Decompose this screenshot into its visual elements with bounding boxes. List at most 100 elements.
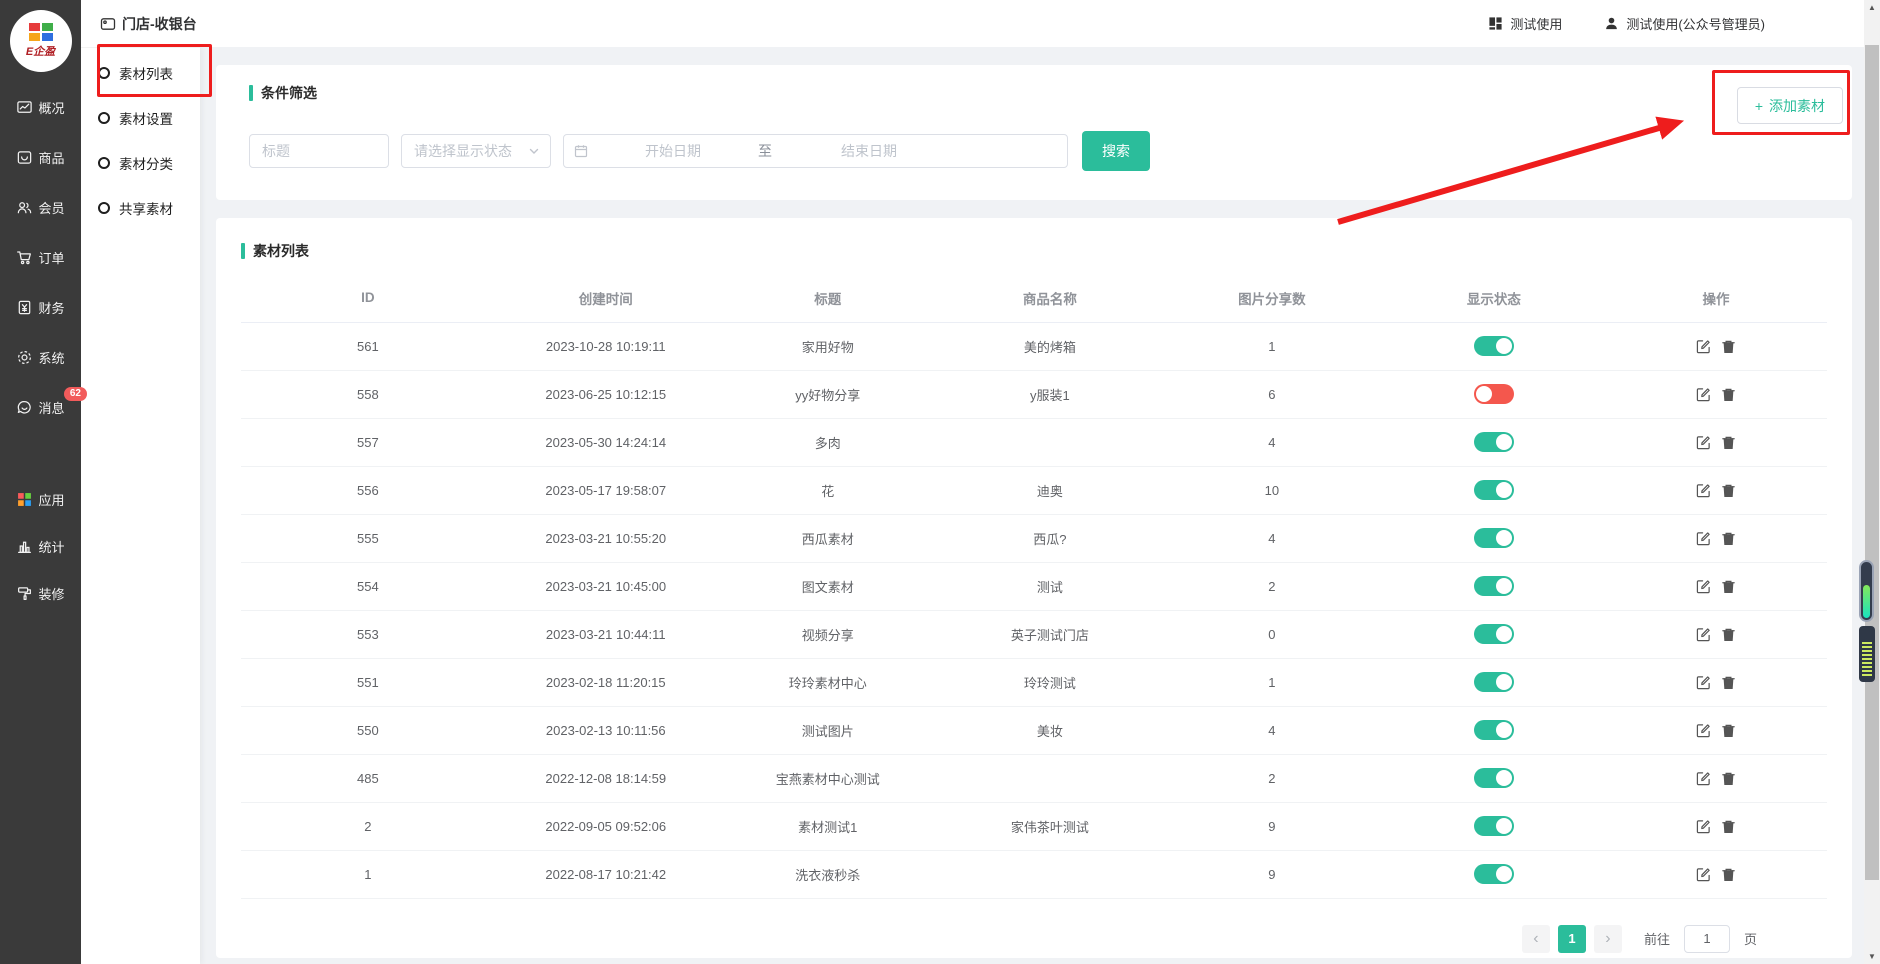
search-button[interactable]: 搜索: [1082, 131, 1150, 171]
sidebar-item-label: 商品: [38, 148, 64, 167]
status-toggle-on[interactable]: [1474, 528, 1514, 548]
cell-created-time: 2022-09-05 09:52:06: [495, 802, 717, 850]
edit-icon[interactable]: [1696, 627, 1711, 642]
sidebar-nav: 概况 商品 会员 订单 财务 系统: [0, 82, 81, 432]
filter-row: 请选择显示状态 开始日期 至 结束日期 搜索: [249, 134, 1819, 171]
cell-product-name: 美的烤箱: [939, 322, 1161, 370]
page-input[interactable]: [1684, 925, 1730, 953]
edit-icon[interactable]: [1696, 579, 1711, 594]
status-toggle-on[interactable]: [1474, 480, 1514, 500]
cell-title: 西瓜素材: [717, 514, 939, 562]
column-header: 标题: [717, 274, 939, 322]
status-toggle-off[interactable]: [1474, 384, 1514, 404]
title-filter-input[interactable]: [249, 134, 389, 168]
prev-page-button[interactable]: ‹: [1522, 925, 1550, 953]
cell-product-name: 西瓜?: [939, 514, 1161, 562]
status-toggle-on[interactable]: [1474, 432, 1514, 452]
delete-icon[interactable]: [1721, 627, 1736, 642]
orders-icon: [16, 249, 33, 266]
sidebar-item-finance[interactable]: 财务: [0, 282, 81, 332]
cell-created-time: 2023-05-30 14:24:14: [495, 418, 717, 466]
edit-icon[interactable]: [1696, 531, 1711, 546]
cell-actions: [1605, 562, 1827, 610]
scrollbar[interactable]: ▲ ▼: [1864, 0, 1880, 964]
material-list-panel: 素材列表 ID创建时间标题商品名称图片分享数显示状态操作 561 2023-10…: [216, 218, 1852, 958]
user-menu[interactable]: 测试使用(公众号管理员): [1604, 14, 1765, 33]
delete-icon[interactable]: [1721, 723, 1736, 738]
sidebar-item-members[interactable]: 会员: [0, 182, 81, 232]
scrollbar-thumb[interactable]: [1865, 45, 1879, 880]
scroll-up-icon[interactable]: ▲: [1864, 3, 1880, 12]
add-material-button[interactable]: + 添加素材: [1737, 87, 1843, 124]
paint-roller-icon: [16, 585, 33, 602]
status-toggle-on[interactable]: [1474, 672, 1514, 692]
grid-icon: [1488, 16, 1503, 31]
edit-icon[interactable]: [1696, 723, 1711, 738]
edit-icon[interactable]: [1696, 867, 1711, 882]
delete-icon[interactable]: [1721, 771, 1736, 786]
subnav-item[interactable]: 素材分类: [81, 140, 200, 185]
cell-title: 图文素材: [717, 562, 939, 610]
sidebar-item-system[interactable]: 系统: [0, 332, 81, 382]
subnav-item[interactable]: 共享素材: [81, 185, 200, 230]
status-toggle-on[interactable]: [1474, 864, 1514, 884]
cell-actions: [1605, 706, 1827, 754]
cell-actions: [1605, 514, 1827, 562]
delete-icon[interactable]: [1721, 339, 1736, 354]
sidebar-item-messages[interactable]: 消息 62: [0, 382, 81, 432]
delete-icon[interactable]: [1721, 435, 1736, 450]
delete-icon[interactable]: [1721, 531, 1736, 546]
table-row: 555 2023-03-21 10:55:20 西瓜素材 西瓜? 4: [241, 514, 1827, 562]
apps-icon: [16, 491, 33, 508]
edit-icon[interactable]: [1696, 771, 1711, 786]
date-range-picker[interactable]: 开始日期 至 结束日期: [563, 134, 1068, 168]
status-toggle-on[interactable]: [1474, 720, 1514, 740]
status-toggle-on[interactable]: [1474, 336, 1514, 356]
sidebar-item-apps[interactable]: 应用: [0, 476, 81, 523]
scroll-down-icon[interactable]: ▼: [1864, 952, 1880, 961]
edit-icon[interactable]: [1696, 819, 1711, 834]
subnav-item[interactable]: 素材设置: [81, 95, 200, 140]
edit-icon[interactable]: [1696, 387, 1711, 402]
sidebar-item-stats[interactable]: 统计: [0, 523, 81, 570]
brand-logo[interactable]: E企盈: [10, 10, 72, 72]
edit-icon[interactable]: [1696, 483, 1711, 498]
delete-icon[interactable]: [1721, 675, 1736, 690]
cell-created-time: 2023-05-17 19:58:07: [495, 466, 717, 514]
edit-icon[interactable]: [1696, 675, 1711, 690]
date-separator: 至: [758, 141, 772, 161]
cell-share-count: 10: [1161, 466, 1383, 514]
workspace-switcher[interactable]: 测试使用: [1488, 14, 1562, 33]
delete-icon[interactable]: [1721, 867, 1736, 882]
column-header: 创建时间: [495, 274, 717, 322]
cell-product-name: 家伟茶叶测试: [939, 802, 1161, 850]
status-toggle-on[interactable]: [1474, 624, 1514, 644]
sidebar-item-orders[interactable]: 订单: [0, 232, 81, 282]
status-toggle-on[interactable]: [1474, 768, 1514, 788]
delete-icon[interactable]: [1721, 579, 1736, 594]
edit-icon[interactable]: [1696, 339, 1711, 354]
table-row: 485 2022-12-08 18:14:59 宝燕素材中心测试 2: [241, 754, 1827, 802]
toggle-knob: [1496, 770, 1512, 786]
plus-icon: +: [1755, 98, 1763, 114]
delete-icon[interactable]: [1721, 819, 1736, 834]
status-toggle-on[interactable]: [1474, 816, 1514, 836]
edit-icon[interactable]: [1696, 435, 1711, 450]
bar-chart-icon: [16, 538, 33, 555]
toggle-knob: [1496, 674, 1512, 690]
column-header: ID: [241, 274, 495, 322]
next-page-button[interactable]: ›: [1594, 925, 1622, 953]
cell-product-name: y服装1: [939, 370, 1161, 418]
delete-icon[interactable]: [1721, 387, 1736, 402]
subnav-item[interactable]: 素材列表: [81, 50, 200, 95]
end-date-placeholder: 结束日期: [784, 141, 954, 161]
status-toggle-on[interactable]: [1474, 576, 1514, 596]
delete-icon[interactable]: [1721, 483, 1736, 498]
members-icon: [16, 199, 33, 216]
sidebar-item-overview[interactable]: 概况: [0, 82, 81, 132]
status-select[interactable]: 请选择显示状态: [401, 134, 551, 168]
indicator-fill: [1863, 585, 1870, 618]
sidebar-item-decorate[interactable]: 装修: [0, 570, 81, 617]
sidebar-item-goods[interactable]: 商品: [0, 132, 81, 182]
page-number-button[interactable]: 1: [1558, 925, 1586, 953]
